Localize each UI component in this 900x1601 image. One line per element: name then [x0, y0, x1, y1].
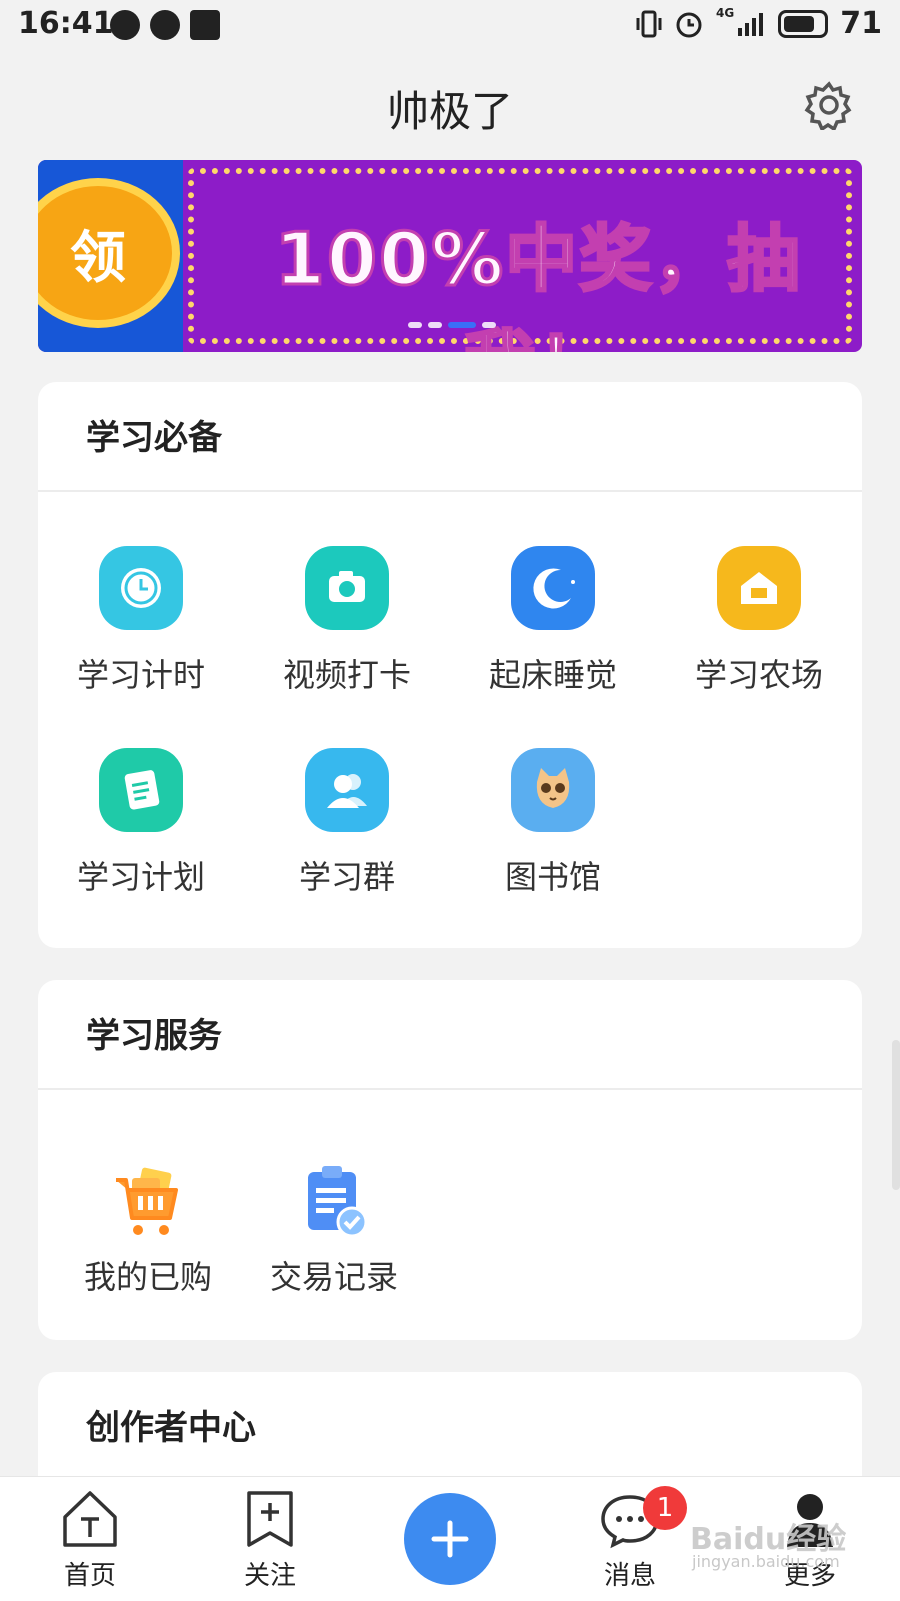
card-title: 学习必备: [86, 418, 222, 458]
chat-bubble-icon: [110, 10, 140, 40]
divider: [38, 1088, 862, 1090]
farm-house-icon: [717, 546, 801, 630]
battery-icon: [778, 9, 829, 38]
grid-item-study-group[interactable]: 学习群: [244, 748, 450, 898]
service-label: 交易记录: [269, 1258, 398, 1296]
grid-label: 学习群: [298, 858, 395, 896]
create-post-button[interactable]: [404, 1493, 496, 1585]
grid-item-study-plan[interactable]: 学习计划: [38, 748, 244, 898]
alarm-icon: [676, 12, 702, 37]
grid-item-video-checkin[interactable]: 视频打卡: [244, 546, 450, 696]
grid-label: 起床睡觉: [488, 656, 617, 694]
grid-item-study-farm[interactable]: 学习农场: [656, 546, 862, 696]
banner-pagination: [408, 322, 496, 328]
moon-icon: [511, 546, 595, 630]
grid-item-study-timer[interactable]: 学习计时: [38, 546, 244, 696]
notes-icon: [99, 748, 183, 832]
notification-icons: [110, 10, 220, 40]
scroll-indicator[interactable]: [892, 1040, 900, 1190]
page-title: 帅极了: [386, 87, 513, 136]
nav-follow[interactable]: 关注: [210, 1489, 330, 1592]
study-services-card: 学习服务 我的已购 交易记录: [38, 980, 862, 1340]
nav-label: 消息: [603, 1561, 656, 1591]
plus-icon: [431, 1520, 469, 1558]
grid-label: 图书馆: [504, 858, 601, 896]
grid-label: 学习计时: [76, 656, 205, 694]
pagination-dot: [428, 322, 442, 328]
service-label: 我的已购: [83, 1258, 212, 1296]
banner-promo-text: 100%中奖，抽我！: [273, 216, 802, 353]
pagination-dot: [408, 322, 422, 328]
promo-banner[interactable]: 领 100%中奖，抽我！: [38, 160, 862, 352]
bookmark-plus-icon: [247, 1491, 293, 1547]
study-essentials-card: 学习必备 学习计时 视频打卡 起床睡觉 学习农场 学习计划 学习群 图书馆: [38, 382, 862, 948]
app-notification-icon: [190, 10, 220, 40]
message-badge: 1: [643, 1486, 687, 1530]
card-title: 创作者中心: [86, 1408, 256, 1448]
battery-level: 71: [840, 6, 882, 41]
camera-icon: [305, 546, 389, 630]
cat-icon: [511, 748, 595, 832]
shopping-cart-icon: [116, 1167, 178, 1235]
watermark-url: jingyan.baidu.com: [692, 1552, 840, 1571]
pagination-dot: [482, 322, 496, 328]
pagination-dot-active: [448, 322, 476, 328]
nav-label: 首页: [63, 1561, 116, 1591]
divider: [38, 490, 862, 492]
grid-item-sleep-wake[interactable]: 起床睡觉: [450, 546, 656, 696]
home-icon: [63, 1491, 117, 1547]
vibrate-icon: [636, 10, 662, 37]
signal-icon: [738, 12, 764, 36]
settings-gear-icon[interactable]: [804, 80, 854, 130]
service-my-purchases[interactable]: 我的已购: [58, 1164, 238, 1298]
clipboard-check-icon: [308, 1166, 368, 1238]
nav-home[interactable]: 首页: [30, 1489, 150, 1592]
service-transaction-records[interactable]: 交易记录: [244, 1164, 424, 1298]
system-icons: 4G 71: [636, 6, 882, 41]
nav-label: 关注: [243, 1561, 296, 1591]
status-time: 16:41: [18, 6, 114, 41]
status-bar: 16:41 4G 71: [0, 0, 900, 50]
card-title: 学习服务: [86, 1016, 222, 1056]
wechat-icon: [150, 10, 180, 40]
grid-label: 视频打卡: [282, 656, 411, 694]
grid-label: 学习计划: [76, 858, 205, 896]
grid-item-library[interactable]: 图书馆: [450, 748, 656, 898]
clock-icon: [99, 546, 183, 630]
grid-label: 学习农场: [694, 656, 823, 694]
group-icon: [305, 748, 389, 832]
network-type: 4G: [716, 6, 735, 20]
